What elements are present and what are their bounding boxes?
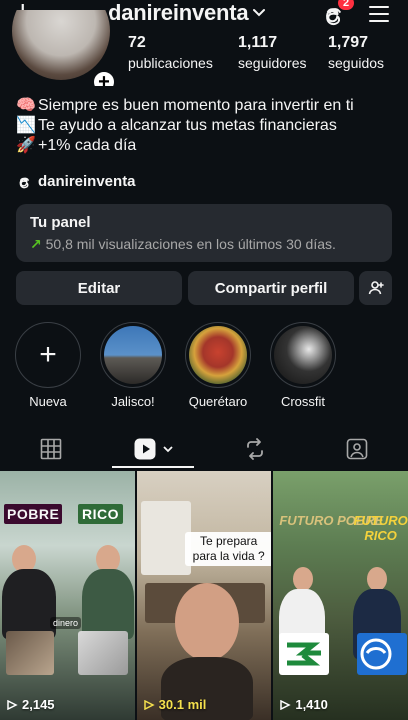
- view-count-value: 1,410: [295, 697, 328, 712]
- person-figure: [82, 569, 134, 639]
- tab-tagged[interactable]: [306, 430, 408, 468]
- stat-posts[interactable]: 72 publicaciones: [128, 34, 213, 72]
- bio-text: +1% cada día: [38, 137, 137, 154]
- trend-up-icon: ↗: [30, 236, 42, 252]
- grid-icon: [40, 438, 62, 460]
- username-title: danireinventa: [108, 0, 249, 25]
- post-caption: FUTURO RICO: [353, 513, 408, 543]
- highlight-ring: [270, 322, 336, 388]
- reel-post[interactable]: Te prepara para la vida ? 30.1 mil: [136, 471, 272, 720]
- tab-reels[interactable]: [102, 430, 204, 468]
- brain-emoji: 🧠: [16, 97, 36, 114]
- post-caption: dinero: [50, 617, 82, 629]
- panel-title: Tu panel: [30, 214, 91, 231]
- highlight-label: Jalisco!: [111, 394, 155, 409]
- threads-profile-link[interactable]: danireinventa: [16, 173, 136, 190]
- post-caption: POBRE: [4, 504, 63, 524]
- bio-line: 🚀 +1% cada día: [16, 136, 400, 156]
- play-icon: [7, 699, 18, 710]
- post-background: [140, 501, 191, 575]
- bio-line: 📉 Te ayudo a alcanzar tus metas financier…: [16, 116, 400, 136]
- share-profile-button[interactable]: Compartir perfil: [188, 271, 354, 305]
- reels-grid: POBRE RICO dinero 2,145 Te prepara para …: [0, 471, 408, 720]
- bio-text: Siempre es buen momento para invertir en…: [38, 97, 354, 114]
- view-count: 30.1 mil: [143, 697, 207, 712]
- highlight-queretaro[interactable]: Querétaro: [184, 322, 252, 410]
- logo-icon: [287, 642, 322, 666]
- tagged-icon: [346, 438, 368, 460]
- account-switcher[interactable]: danireinventa: [108, 0, 266, 26]
- highlight-jalisco[interactable]: Jalisco!: [99, 322, 167, 410]
- panel-subtitle-text: 50,8 mil visualizaciones en los últimos …: [45, 236, 336, 252]
- view-count: 1,410: [279, 697, 328, 712]
- chart-emoji: 📉: [16, 117, 36, 134]
- view-count: 2,145: [6, 697, 55, 712]
- highlight-image: [189, 326, 247, 384]
- chevron-down-icon: [162, 446, 173, 453]
- stat-posts-label: publicaciones: [128, 55, 213, 71]
- chevron-down-icon: [253, 9, 266, 17]
- highlight-label: Crossfit: [280, 394, 326, 409]
- profile-avatar[interactable]: +: [10, 10, 114, 86]
- bio: 🧠 Siempre es buen momento para invertir e…: [16, 96, 400, 156]
- professional-dashboard[interactable]: Tu panel ↗ 50,8 mil visualizaciones en l…: [16, 204, 392, 262]
- edit-profile-button[interactable]: Editar: [16, 271, 182, 305]
- highlight-label: Nueva: [29, 394, 67, 409]
- logo-icon: [279, 633, 330, 675]
- view-count-value: 30.1 mil: [158, 697, 207, 712]
- play-icon: [280, 699, 292, 710]
- stat-following[interactable]: 1,797 seguidos: [328, 34, 384, 72]
- stat-followers-label: seguidores: [238, 55, 307, 71]
- highlight-crossfit[interactable]: Crossfit: [269, 322, 337, 410]
- post-thumbnail: [78, 631, 128, 675]
- story-highlights: + Nueva Jalisco! Querétaro Crossfit: [0, 322, 408, 412]
- discover-people-button[interactable]: [359, 271, 392, 305]
- highlight-image: [104, 326, 162, 384]
- post-thumbnail: [6, 631, 54, 675]
- reposts-icon: [247, 438, 263, 460]
- reel-post[interactable]: FUTURO POBRE FUTURO RICO 1,410: [273, 471, 408, 720]
- reels-icon: [134, 438, 155, 460]
- panel-subtitle: ↗ 50,8 mil visualizaciones en los último…: [30, 234, 378, 254]
- highlight-ring: [185, 322, 251, 388]
- post-caption: Te prepara para la vida ?: [184, 532, 272, 566]
- highlight-ring: [100, 322, 166, 388]
- reel-post[interactable]: POBRE RICO dinero 2,145: [0, 471, 135, 720]
- tab-reposts[interactable]: [204, 430, 306, 468]
- stat-following-count: 1,797: [328, 34, 369, 51]
- tab-grid[interactable]: [0, 430, 102, 468]
- highlight-new[interactable]: + Nueva: [14, 322, 82, 410]
- stat-following-label: seguidos: [328, 55, 385, 71]
- stat-posts-count: 72: [128, 34, 146, 51]
- person-face: [293, 567, 314, 591]
- bio-text: Te ayudo a alcanzar tus metas financiera…: [38, 117, 337, 134]
- logo-icon: [360, 638, 392, 670]
- threads-handle: danireinventa: [38, 173, 136, 190]
- highlight-image: [274, 326, 332, 384]
- play-icon: [143, 699, 155, 710]
- bio-line: 🧠 Siempre es buen momento para invertir e…: [16, 96, 400, 116]
- profile-tabs: [0, 430, 408, 468]
- person-face: [367, 567, 388, 591]
- notification-badge: 2: [336, 0, 356, 12]
- rocket-emoji: 🚀: [16, 137, 36, 154]
- add-user-icon: [368, 281, 384, 295]
- person-figure: [2, 569, 56, 639]
- add-story-icon[interactable]: +: [92, 70, 114, 86]
- logo-icon: [357, 633, 408, 675]
- person-face: [174, 583, 239, 661]
- stat-followers-count: 1,117: [238, 34, 278, 51]
- stat-followers[interactable]: 1,117 seguidores: [238, 34, 307, 72]
- plus-icon: +: [15, 322, 81, 388]
- post-caption: RICO: [78, 504, 123, 524]
- hamburger-menu-icon[interactable]: [368, 4, 390, 24]
- highlight-label: Querétaro: [188, 394, 248, 409]
- view-count-value: 2,145: [22, 697, 55, 712]
- threads-icon: [19, 177, 29, 188]
